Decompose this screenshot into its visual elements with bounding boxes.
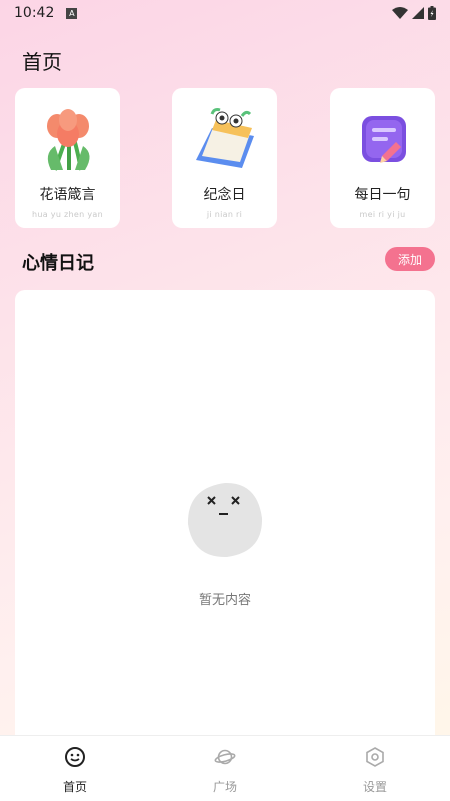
hexagon-settings-icon	[366, 747, 384, 767]
tab-home[interactable]: 首页	[0, 736, 150, 801]
bottom-tab-bar: 首页 广场 设置	[0, 735, 450, 801]
card-title: 纪念日	[203, 187, 246, 203]
card-daily-quote[interactable]: 每日一句 mei ri yi ju	[330, 88, 435, 228]
empty-face-icon	[187, 482, 263, 558]
status-bar: 10:42 A	[0, 0, 450, 26]
card-subtitle: hua yu zhen yan	[32, 210, 103, 219]
card-subtitle: ji nian ri	[206, 210, 243, 219]
card-subtitle: mei ri yi ju	[359, 210, 406, 219]
card-title: 花语箴言	[39, 187, 96, 203]
diary-panel: 暂无内容	[15, 290, 435, 750]
wifi-icon	[392, 7, 408, 19]
smile-icon	[65, 747, 85, 767]
signal-icon	[412, 7, 424, 19]
tulip-icon	[46, 109, 90, 171]
planet-icon	[214, 749, 236, 765]
tab-label: 首页	[62, 780, 87, 794]
battery-icon	[428, 6, 436, 20]
card-anniversary[interactable]: 纪念日 ji nian ri	[172, 88, 277, 228]
card-flower-quotes[interactable]: 花语箴言 hua yu zhen yan	[15, 88, 120, 228]
card-title: 每日一句	[354, 187, 411, 203]
mood-diary-title: 心情日记	[22, 253, 94, 274]
tab-label: 设置	[362, 780, 387, 794]
status-time: 10:42	[14, 5, 55, 21]
add-button[interactable]: 添加	[385, 247, 435, 271]
page-title: 首页	[22, 50, 62, 74]
tab-plaza[interactable]: 广场	[150, 736, 300, 801]
empty-state-text: 暂无内容	[198, 593, 251, 608]
calendar-icon	[195, 108, 254, 168]
status-notification-icon: A	[66, 7, 78, 19]
feature-cards: 花语箴言 hua yu zhen yan 纪念日 ji nian ri 每日一句	[0, 88, 450, 228]
status-icons	[392, 6, 436, 20]
tab-label: 广场	[212, 780, 237, 794]
note-icon	[361, 116, 406, 163]
tab-settings[interactable]: 设置	[300, 736, 450, 801]
